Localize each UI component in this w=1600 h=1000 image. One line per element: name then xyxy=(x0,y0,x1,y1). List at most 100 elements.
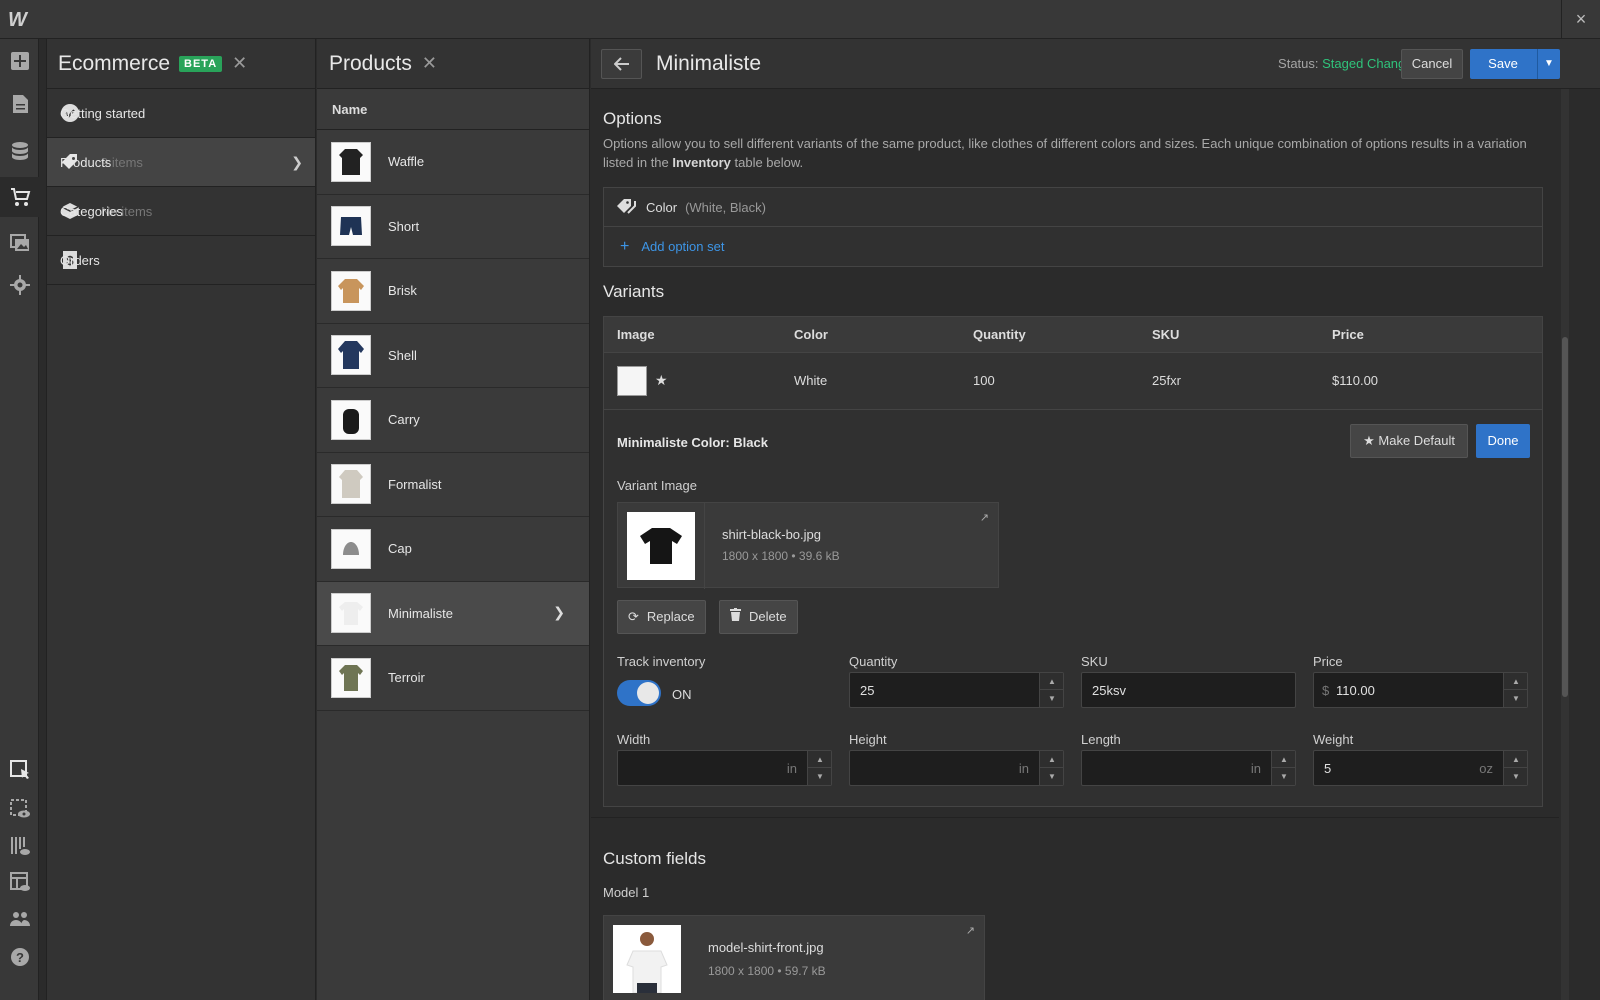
layout-preview-icon[interactable] xyxy=(0,862,39,902)
stepper[interactable]: ▲ ▼ xyxy=(1503,673,1528,707)
stepper[interactable]: ▲ ▼ xyxy=(1039,673,1064,707)
add-icon[interactable] xyxy=(0,41,39,81)
replace-button[interactable]: ⟳ Replace xyxy=(617,600,706,634)
close-icon[interactable]: × xyxy=(1561,0,1600,39)
sku-field[interactable]: 25ksv xyxy=(1081,672,1296,708)
price-field[interactable]: $ 110.00 ▲ ▼ xyxy=(1313,672,1528,708)
product-row-shell[interactable]: Shell xyxy=(317,324,589,388)
desc-text: table below. xyxy=(730,155,804,170)
option-color-row[interactable]: Color (White, Black) xyxy=(604,188,1542,227)
product-row-cap[interactable]: Cap xyxy=(317,517,589,582)
make-default-button[interactable]: ★ Make Default xyxy=(1350,424,1468,458)
delete-button[interactable]: Delete xyxy=(719,600,798,634)
scrollbar[interactable] xyxy=(1561,89,1569,1000)
increment-icon[interactable]: ▲ xyxy=(1272,751,1296,768)
assets-icon[interactable] xyxy=(0,222,39,262)
height-stepper[interactable]: in ▲ ▼ xyxy=(849,750,1064,786)
col-color: Color xyxy=(794,327,828,342)
product-row-terroir[interactable]: Terroir xyxy=(317,646,589,711)
model-image-card[interactable]: model-shirt-front.jpg 1800 x 1800 • 59.7… xyxy=(603,915,985,1000)
add-option-set-row[interactable]: + Add option set xyxy=(604,227,1542,266)
variant-image-card[interactable]: shirt-black-bo.jpg 1800 x 1800 • 39.6 kB… xyxy=(617,502,999,589)
weight-stepper[interactable]: 5 oz ▲ ▼ xyxy=(1313,750,1528,786)
help-icon[interactable]: ? xyxy=(0,937,39,977)
stepper[interactable]: ▲ ▼ xyxy=(1271,751,1296,785)
done-button[interactable]: Done xyxy=(1476,424,1530,458)
quantity-value: 25 xyxy=(860,683,875,698)
nav-orders[interactable]: $ Orders xyxy=(47,236,315,285)
product-thumbnail xyxy=(331,464,371,505)
increment-icon[interactable]: ▲ xyxy=(1040,751,1064,768)
quantity-stepper[interactable]: 25 ▲ ▼ xyxy=(849,672,1064,708)
page-icon[interactable] xyxy=(0,84,39,124)
external-link-icon[interactable]: ↗ xyxy=(966,924,975,937)
stepper[interactable]: ▲ ▼ xyxy=(807,751,832,785)
preview-icon[interactable] xyxy=(0,789,39,829)
decrement-icon[interactable]: ▼ xyxy=(1040,690,1064,707)
decrement-icon[interactable]: ▼ xyxy=(1504,690,1528,707)
product-row-minimaliste[interactable]: Minimaliste ❯ xyxy=(317,581,589,646)
nav-products[interactable]: Products 9 items ❯ xyxy=(47,138,315,187)
product-thumbnail xyxy=(331,141,371,182)
products-header: Products ✕ xyxy=(317,39,589,89)
stepper[interactable]: ▲ ▼ xyxy=(1503,751,1528,785)
external-link-icon[interactable]: ↗ xyxy=(980,511,989,524)
plus-icon: + xyxy=(620,237,630,255)
database-icon[interactable] xyxy=(0,131,39,171)
product-row-waffle[interactable]: Waffle xyxy=(317,130,589,195)
price-value: 110.00 xyxy=(1336,683,1375,698)
increment-icon[interactable]: ▲ xyxy=(808,751,832,768)
stepper[interactable]: ▲ ▼ xyxy=(1039,751,1064,785)
save-button[interactable]: Save ▼ xyxy=(1470,49,1560,79)
replace-label: Replace xyxy=(646,609,695,624)
cancel-button[interactable]: Cancel xyxy=(1401,49,1463,79)
svg-text:?: ? xyxy=(16,950,24,965)
image-filename: model-shirt-front.jpg xyxy=(708,940,824,955)
increment-icon[interactable]: ▲ xyxy=(1504,751,1528,768)
add-option-set-link[interactable]: Add option set xyxy=(641,239,724,254)
variant-color: White xyxy=(794,373,828,388)
unit-label: in xyxy=(1250,761,1261,776)
track-inventory-toggle[interactable] xyxy=(617,680,661,706)
sku-label: SKU xyxy=(1081,654,1108,669)
nav-label: Categories xyxy=(60,203,123,219)
image-filename: shirt-black-bo.jpg xyxy=(722,527,821,542)
close-panel-icon[interactable]: ✕ xyxy=(232,53,247,74)
name-column-header[interactable]: Name xyxy=(317,89,589,130)
nav-getting-started[interactable]: Getting started xyxy=(47,89,315,138)
scrollbar-thumb[interactable] xyxy=(1562,337,1568,697)
increment-icon[interactable]: ▲ xyxy=(1504,673,1528,690)
nav-categories[interactable]: Categories No items xyxy=(47,187,315,236)
width-stepper[interactable]: in ▲ ▼ xyxy=(617,750,832,786)
increment-icon[interactable]: ▲ xyxy=(1040,673,1064,690)
audit-icon[interactable] xyxy=(0,826,39,866)
users-icon[interactable] xyxy=(0,899,39,939)
back-button[interactable] xyxy=(601,48,642,79)
variant-edit-title: Minimaliste Color: Black xyxy=(617,435,768,450)
products-title: Products xyxy=(329,51,412,75)
chevron-down-icon[interactable]: ▼ xyxy=(1537,49,1560,79)
decrement-icon[interactable]: ▼ xyxy=(808,768,832,785)
length-stepper[interactable]: in ▲ ▼ xyxy=(1081,750,1296,786)
product-row-brisk[interactable]: Brisk xyxy=(317,259,589,324)
decrement-icon[interactable]: ▼ xyxy=(1272,768,1296,785)
ecommerce-header: Ecommerce BETA ✕ xyxy=(47,39,315,89)
product-row-short[interactable]: Short xyxy=(317,195,589,259)
product-row-carry[interactable]: Carry xyxy=(317,388,589,453)
toggle-knob xyxy=(637,682,659,704)
refresh-icon: ⟳ xyxy=(628,609,639,624)
decrement-icon[interactable]: ▼ xyxy=(1504,768,1528,785)
cart-icon[interactable] xyxy=(0,177,39,217)
product-row-formalist[interactable]: Formalist xyxy=(317,453,589,517)
section-divider xyxy=(591,817,1559,818)
variant-row-white[interactable]: ★ White 100 25fxr $110.00 xyxy=(604,353,1542,410)
product-thumbnail xyxy=(331,335,371,376)
decrement-icon[interactable]: ▼ xyxy=(1040,768,1064,785)
select-icon[interactable] xyxy=(0,750,39,790)
height-label: Height xyxy=(849,732,887,747)
options-description: Options allow you to sell different vari… xyxy=(603,134,1543,172)
nav-label: Orders xyxy=(60,252,100,268)
settings-icon[interactable] xyxy=(0,265,39,305)
close-panel-icon[interactable]: ✕ xyxy=(422,53,437,74)
nav-label: Products xyxy=(60,154,112,170)
